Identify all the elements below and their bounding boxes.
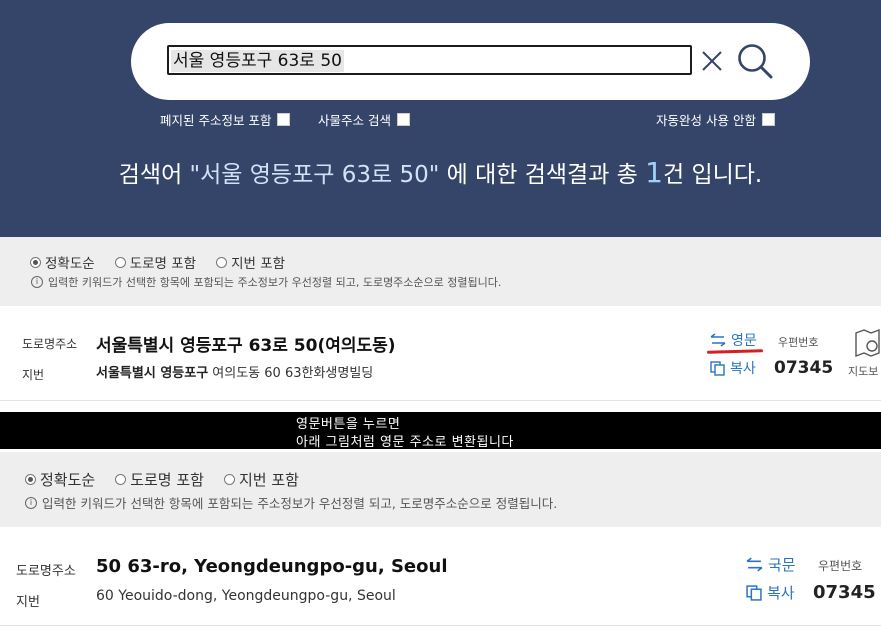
info-icon: i — [25, 496, 37, 509]
close-icon[interactable] — [700, 49, 724, 73]
option-autocomplete-label: 자동완성 사용 안함 — [656, 113, 756, 128]
sort-option-road[interactable]: 도로명 포함 — [114, 252, 197, 272]
option-closed-address-label: 폐지된 주소정보 포함 — [160, 113, 272, 128]
option-thing-address-checkbox[interactable] — [396, 113, 410, 126]
search-icon[interactable] — [736, 42, 774, 80]
sort-option-label: 정확도순 — [45, 256, 95, 272]
copy-icon — [746, 584, 762, 601]
map-label[interactable]: 지도보 — [848, 363, 878, 379]
sort-info-text: 입력한 키워드가 선택한 항목에 포함되는 주소정보가 우선정렬 되고, 도로명… — [42, 496, 558, 511]
radio-button[interactable] — [30, 256, 41, 268]
sort-option-accuracy[interactable]: 정확도순 — [25, 469, 95, 490]
road-address-label: 도로명주소 — [22, 337, 78, 351]
sort-option-jibun[interactable]: 지번 포함 — [223, 469, 299, 490]
sort-info-text: 입력한 키워드가 선택한 항목에 포함되는 주소정보가 우선정렬 되고, 도로명… — [48, 276, 502, 289]
radio-button[interactable] — [25, 474, 36, 485]
option-thing-address-label: 사물주소 검색 — [318, 113, 391, 128]
postal-code-label: 우편번호 — [778, 336, 819, 349]
jibun-address-rest: 여의도동 60 63한화생명빌딩 — [208, 366, 374, 381]
result-count: 1 — [645, 156, 663, 189]
sort-option-label: 도로명 포함 — [129, 256, 197, 272]
search-input-value: 서울 영등포구 63로 50 — [171, 50, 344, 72]
jibun-address-en: 60 Yeouido-dong, Yeongdeungpo-gu, Seoul — [96, 588, 396, 604]
copy-button-label: 복사 — [767, 584, 795, 602]
option-autocomplete: 자동완성 사용 안함 — [656, 110, 775, 129]
sort-option-accuracy[interactable]: 정확도순 — [30, 252, 95, 272]
sort-info: i 입력한 키워드가 선택한 항목에 포함되는 주소정보가 우선정렬 되고, 도… — [31, 274, 501, 290]
map-icon[interactable] — [852, 328, 881, 358]
sort-option-road[interactable]: 도로명 포함 — [115, 469, 204, 490]
copy-button[interactable]: 복사 — [710, 358, 756, 378]
sort-option-label: 도로명 포함 — [130, 471, 204, 489]
divider — [0, 400, 881, 401]
result-summary-suffix: 건 입니다. — [662, 162, 763, 188]
option-closed-address: 폐지된 주소정보 포함 — [160, 110, 291, 129]
sort-option-label: 지번 포함 — [231, 256, 286, 272]
sort-filter-panel-en: 정확도순 도로명 포함 지번 포함 i 입력한 키워드가 선택한 항목에 포함되… — [0, 452, 881, 527]
sort-option-jibun[interactable]: 지번 포함 — [216, 252, 285, 272]
sort-filter-panel: 정확도순 도로명 포함 지번 포함 i 입력한 키워드가 선택한 항목에 포함되… — [0, 237, 881, 306]
notice-line-2: 아래 그림처럼 영문 주소로 변환됩니다 — [296, 435, 514, 450]
search-input[interactable]: 서울 영등포구 63로 50 — [167, 45, 692, 75]
notice-line-1: 영문버튼을 누르면 — [296, 417, 401, 432]
info-icon: i — [31, 276, 43, 288]
postal-code: 07345 — [774, 358, 834, 378]
copy-icon — [710, 360, 725, 376]
notice-banner: 영문버튼을 누르면 아래 그림처럼 영문 주소로 변환됩니다 — [0, 412, 881, 450]
korean-button-label: 국문 — [768, 556, 796, 574]
jibun-address-bold: 서울특별시 영등포구 — [96, 366, 209, 381]
jibun-address: 서울특별시 영등포구 여의도동 60 63한화생명빌딩 — [96, 362, 373, 381]
option-autocomplete-checkbox[interactable] — [761, 113, 775, 126]
road-address-en: 50 63-ro, Yeongdeungpo-gu, Seoul — [96, 556, 448, 577]
result-summary-query: "서울 영등포구 63로 50" — [189, 162, 440, 188]
divider — [0, 625, 881, 626]
road-address-label-en: 도로명주소 — [16, 564, 76, 579]
option-thing-address: 사물주소 검색 — [318, 110, 410, 129]
sort-option-label: 정확도순 — [40, 471, 96, 489]
postal-code-label-en: 우편번호 — [818, 559, 863, 573]
radio-button[interactable] — [114, 256, 126, 268]
search-header: 서울 영등포구 63로 50 폐지된 주소정보 포함 사물주소 검색 자동완성 … — [0, 0, 881, 237]
copy-button-label: 복사 — [730, 361, 756, 377]
radio-button[interactable] — [223, 474, 235, 485]
english-button-label: 영문 — [731, 333, 757, 349]
sort-info-en: i 입력한 키워드가 선택한 항목에 포함되는 주소정보가 우선정렬 되고, 도… — [25, 493, 557, 512]
sort-option-label: 지번 포함 — [238, 471, 299, 489]
jibun-label: 지번 — [22, 368, 45, 382]
postal-code-en: 07345 — [813, 582, 876, 603]
english-button[interactable]: 영문 — [710, 330, 757, 350]
copy-button-en[interactable]: 복사 — [746, 582, 795, 603]
korean-button[interactable]: 국문 — [746, 554, 796, 575]
result-summary-prefix: 검색어 — [118, 162, 190, 188]
radio-button[interactable] — [115, 474, 127, 485]
jibun-label-en: 지번 — [16, 595, 40, 610]
sort-options-en: 정확도순 도로명 포함 지번 포함 — [25, 469, 319, 490]
radio-button[interactable] — [216, 256, 228, 268]
result-summary: 검색어 "서울 영등포구 63로 50" 에 대한 검색결과 총 1건 입니다. — [0, 155, 881, 189]
swap-arrows-icon — [710, 333, 726, 347]
option-closed-address-checkbox[interactable] — [277, 113, 291, 126]
swap-arrows-icon — [746, 557, 763, 572]
highlight-underline — [706, 349, 764, 354]
sort-options: 정확도순 도로명 포함 지번 포함 — [30, 252, 305, 272]
result-summary-middle: 에 대한 검색결과 총 — [439, 162, 646, 188]
road-address: 서울특별시 영등포구 63로 50(여의도동) — [96, 336, 396, 356]
